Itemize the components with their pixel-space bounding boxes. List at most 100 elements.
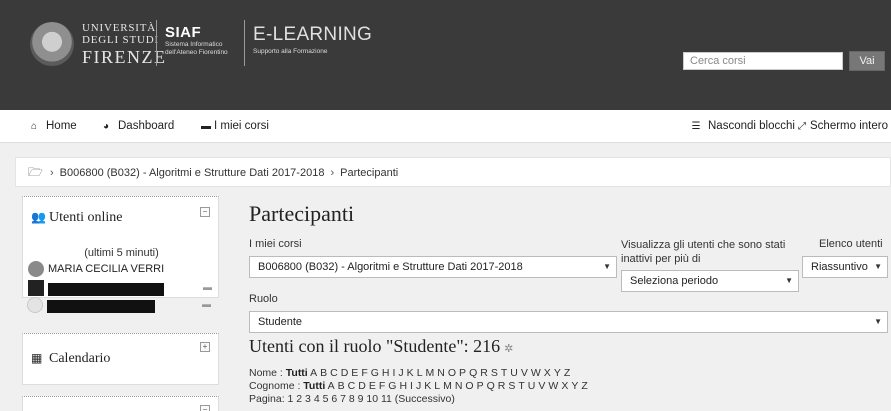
first-name-filter-all[interactable]: Tutti bbox=[286, 367, 308, 379]
period-select-value: Seleziona periodo bbox=[630, 275, 719, 287]
chevron-down-icon: ▼ bbox=[603, 262, 611, 271]
letter-filter-link[interactable]: M bbox=[443, 380, 452, 392]
letter-filter-link[interactable]: X bbox=[544, 367, 551, 379]
dock-block-button[interactable]: − bbox=[200, 405, 210, 411]
home-icon: ⌂ bbox=[30, 121, 38, 132]
letter-filter-link[interactable]: E bbox=[369, 380, 376, 392]
search-courses-input[interactable] bbox=[683, 52, 843, 70]
message-icon[interactable]: ▬ bbox=[203, 282, 212, 292]
pagination-pages[interactable]: 1 2 3 4 5 6 7 8 9 10 11 bbox=[288, 393, 392, 405]
next-block: − bbox=[22, 396, 219, 411]
letter-filter-link[interactable]: W bbox=[531, 367, 541, 379]
university-crest-logo[interactable] bbox=[30, 22, 74, 66]
siaf-logo[interactable]: SIAF Sistema Informatico dell'Ateneo Fio… bbox=[165, 24, 228, 57]
university-logo-text[interactable]: UNIVERSITÀ DEGLI STUDI FIRENZE bbox=[82, 22, 167, 67]
letter-filter-link[interactable]: Y bbox=[571, 380, 578, 392]
letter-filter-link[interactable]: K bbox=[407, 367, 414, 379]
letter-filter-link[interactable]: Z bbox=[581, 380, 587, 392]
letter-filter-link[interactable]: S bbox=[508, 380, 515, 392]
letter-filter-link[interactable]: L bbox=[417, 367, 423, 379]
dock-block-button[interactable]: − bbox=[200, 207, 210, 217]
letter-filter-link[interactable]: H bbox=[382, 367, 390, 379]
letter-filter-link[interactable]: N bbox=[455, 380, 463, 392]
letter-filter-link[interactable]: T bbox=[501, 367, 507, 379]
letter-filter-link[interactable]: I bbox=[393, 367, 396, 379]
letter-filter-link[interactable]: L bbox=[434, 380, 440, 392]
letter-filter-link[interactable]: P bbox=[477, 380, 484, 392]
letter-filter-link[interactable]: S bbox=[491, 367, 498, 379]
elearning-logo[interactable]: E-LEARNING Supporto alla Formazione bbox=[253, 24, 372, 55]
fullscreen-label: Schermo intero bbox=[810, 120, 888, 132]
letter-filter-link[interactable]: N bbox=[437, 367, 445, 379]
course-select[interactable]: B006800 (B032) - Algoritmi e Strutture D… bbox=[249, 256, 617, 278]
breadcrumb-separator: › bbox=[330, 167, 335, 179]
letter-filter-link[interactable]: U bbox=[510, 367, 518, 379]
letter-filter-link[interactable]: X bbox=[561, 380, 568, 392]
pagination-next-link[interactable]: (Successivo) bbox=[395, 393, 455, 405]
letter-filter-link[interactable]: C bbox=[330, 367, 338, 379]
period-select[interactable]: Seleziona periodo ▼ bbox=[621, 270, 799, 292]
letter-filter-link[interactable]: Q bbox=[487, 380, 495, 392]
online-user-row[interactable]: ▬ bbox=[28, 280, 218, 298]
letter-filter-link[interactable]: P bbox=[459, 367, 466, 379]
letter-filter-link[interactable]: E bbox=[351, 367, 358, 379]
hide-blocks-link[interactable]: ☰ Nascondi blocchi bbox=[690, 110, 795, 143]
letter-filter-link[interactable]: F bbox=[379, 380, 385, 392]
search-button[interactable]: Vai bbox=[849, 51, 885, 71]
header-divider bbox=[244, 20, 245, 66]
letter-filter-link[interactable]: Y bbox=[554, 367, 561, 379]
letter-filter-link[interactable]: Z bbox=[564, 367, 570, 379]
first-name-filter-label: Nome : bbox=[249, 367, 283, 379]
letter-filter-link[interactable]: V bbox=[521, 367, 528, 379]
letter-filter-link[interactable]: C bbox=[348, 380, 356, 392]
online-user-name[interactable]: MARIA CECILIA VERRI bbox=[48, 263, 164, 275]
letter-filter-link[interactable]: G bbox=[371, 367, 379, 379]
letter-filter-link[interactable]: O bbox=[465, 380, 473, 392]
letter-filter-link[interactable]: R bbox=[480, 367, 488, 379]
letter-filter-link[interactable]: U bbox=[528, 380, 536, 392]
letter-filter-link[interactable]: D bbox=[341, 367, 349, 379]
elearning-subtitle: Supporto alla Formazione bbox=[253, 48, 328, 55]
letter-filter-link[interactable]: A bbox=[310, 367, 317, 379]
letter-filter-link[interactable]: D bbox=[358, 380, 366, 392]
online-user-row[interactable]: MARIA CECILIA VERRI bbox=[28, 261, 218, 279]
letter-filter-link[interactable]: B bbox=[338, 380, 345, 392]
letter-filter-link[interactable]: Q bbox=[469, 367, 477, 379]
dock-block-button[interactable]: + bbox=[200, 342, 210, 352]
gear-icon[interactable]: ✲ bbox=[504, 343, 513, 355]
letter-filter-link[interactable]: J bbox=[398, 367, 403, 379]
role-label: Ruolo bbox=[249, 293, 278, 305]
pagination-label: Pagina: bbox=[249, 393, 285, 405]
chevron-down-icon: ▼ bbox=[874, 262, 882, 271]
siaf-title: SIAF bbox=[165, 24, 202, 41]
university-line-3: FIRENZE bbox=[82, 47, 167, 67]
folder-icon[interactable]: 🗁 bbox=[28, 158, 44, 186]
letter-filter-link[interactable]: K bbox=[424, 380, 431, 392]
nav-home[interactable]: ⌂ Home bbox=[28, 110, 77, 143]
role-select[interactable]: Studente ▼ bbox=[249, 311, 888, 333]
letter-filter-link[interactable]: I bbox=[410, 380, 413, 392]
letter-filter-link[interactable]: M bbox=[426, 367, 435, 379]
letter-filter-link[interactable]: B bbox=[320, 367, 327, 379]
letter-filter-link[interactable]: F bbox=[361, 367, 367, 379]
letter-filter-link[interactable]: R bbox=[498, 380, 506, 392]
nav-my-courses[interactable]: ▬ I miei corsi bbox=[200, 110, 269, 143]
letter-filter-link[interactable]: A bbox=[328, 380, 335, 392]
nav-dashboard[interactable]: ◕ Dashboard bbox=[100, 110, 174, 143]
letter-filter-link[interactable]: J bbox=[416, 380, 421, 392]
online-user-row[interactable]: ▬ bbox=[27, 297, 217, 315]
fullscreen-link[interactable]: ⤢ Schermo intero bbox=[796, 110, 888, 143]
surname-filter-all[interactable]: Tutti bbox=[303, 380, 325, 392]
user-list-select[interactable]: Riassuntivo ▼ bbox=[802, 256, 888, 278]
letter-filter-link[interactable]: T bbox=[518, 380, 524, 392]
online-users-title: 👥 Utenti online bbox=[31, 210, 123, 226]
letter-filter-link[interactable]: G bbox=[388, 380, 396, 392]
breadcrumb-current[interactable]: Partecipanti bbox=[340, 167, 398, 179]
hide-blocks-icon: ☰ bbox=[691, 121, 701, 132]
letter-filter-link[interactable]: H bbox=[399, 380, 407, 392]
letter-filter-link[interactable]: W bbox=[548, 380, 558, 392]
letter-filter-link[interactable]: V bbox=[538, 380, 545, 392]
letter-filter-link[interactable]: O bbox=[448, 367, 456, 379]
message-icon[interactable]: ▬ bbox=[202, 299, 211, 309]
breadcrumb-course[interactable]: B006800 (B032) - Algoritmi e Strutture D… bbox=[60, 167, 325, 179]
